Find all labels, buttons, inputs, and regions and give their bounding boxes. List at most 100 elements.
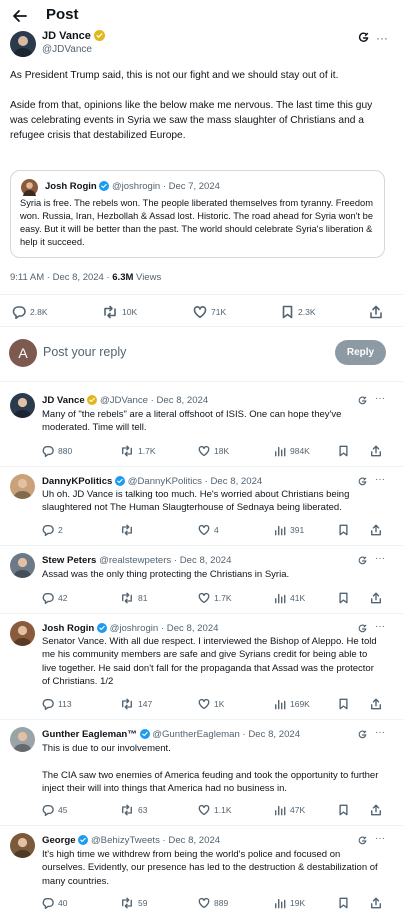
author-handle[interactable]: @JDVance xyxy=(42,44,92,55)
quoted-author: Josh Rogin @joshrogin · Dec 7, 2024 xyxy=(45,181,220,192)
repost-button[interactable]: 63 xyxy=(120,804,147,816)
reply-paragraph: It's high time we withdrew from being th… xyxy=(42,849,378,887)
like-button[interactable]: 889 xyxy=(198,897,228,909)
share-button[interactable] xyxy=(370,592,382,604)
repost-button[interactable]: 81 xyxy=(120,592,147,604)
reply-header[interactable]: DannyKPolitics @DannyKPolitics · Dec 8, … xyxy=(42,476,262,487)
current-user-avatar[interactable]: A xyxy=(9,339,37,367)
bookmark-button[interactable] xyxy=(338,592,349,604)
reply-header[interactable]: George @BehizyTweets · Dec 8, 2024 xyxy=(42,835,220,846)
more-options-icon[interactable]: ··· xyxy=(375,727,385,738)
views-button[interactable]: 41K xyxy=(274,592,305,604)
repost-button[interactable] xyxy=(120,524,138,536)
bookmark-button[interactable] xyxy=(338,897,349,909)
more-options-icon[interactable]: ··· xyxy=(375,553,385,564)
more-options-icon[interactable]: ··· xyxy=(375,621,385,632)
reply-author-name[interactable]: DannyKPolitics xyxy=(42,476,112,487)
reply-author-name[interactable]: Josh Rogin xyxy=(42,623,94,634)
bookmark-icon xyxy=(338,897,349,909)
more-options-icon[interactable]: ··· xyxy=(376,31,388,45)
reply-button[interactable]: 880 xyxy=(42,445,72,457)
bookmark-button[interactable]: 2.3K xyxy=(281,305,316,319)
bookmark-button[interactable] xyxy=(338,698,349,710)
views-button[interactable]: 391 xyxy=(274,524,304,536)
reply-handle-date[interactable]: @DannyKPolitics · Dec 8, 2024 xyxy=(128,476,263,487)
share-icon xyxy=(370,698,382,710)
share-button[interactable] xyxy=(369,305,383,319)
grok-icon[interactable] xyxy=(357,396,367,406)
reply-avatar[interactable] xyxy=(10,393,35,418)
grok-icon[interactable] xyxy=(357,32,369,44)
repost-button[interactable]: 1.7K xyxy=(120,445,156,457)
repost-button[interactable]: 10K xyxy=(102,305,137,319)
reply-header[interactable]: Stew Peters @realstewpeters · Dec 8, 202… xyxy=(42,555,231,566)
share-button[interactable] xyxy=(370,698,382,710)
author-name[interactable]: JD Vance xyxy=(42,30,105,42)
reply-button[interactable]: 2.8K xyxy=(12,305,48,319)
reply-handle-date[interactable]: @BehizyTweets · Dec 8, 2024 xyxy=(91,835,220,846)
repost-button[interactable]: 147 xyxy=(120,698,152,710)
reply-button[interactable]: 40 xyxy=(42,897,67,909)
share-icon xyxy=(370,897,382,909)
reply-button[interactable]: 42 xyxy=(42,592,67,604)
like-button[interactable]: 71K xyxy=(193,305,226,319)
reply-handle-date[interactable]: @realstewpeters · Dec 8, 2024 xyxy=(99,555,231,566)
bookmark-button[interactable] xyxy=(338,445,349,457)
more-options-icon[interactable]: ··· xyxy=(375,393,385,404)
reply-header[interactable]: Josh Rogin @joshrogin · Dec 8, 2024 xyxy=(42,623,219,634)
reply-header[interactable]: Gunther Eagleman™ @GuntherEagleman · Dec… xyxy=(42,729,300,740)
share-button[interactable] xyxy=(370,804,382,816)
more-options-icon[interactable]: ··· xyxy=(375,833,385,844)
reply-submit-button[interactable]: Reply xyxy=(335,340,386,365)
heart-icon xyxy=(198,445,210,457)
views-button[interactable]: 47K xyxy=(274,804,305,816)
quoted-post[interactable]: Josh Rogin @joshrogin · Dec 7, 2024 Syri… xyxy=(10,170,385,258)
reply-icon xyxy=(12,306,26,319)
grok-icon[interactable] xyxy=(357,556,367,566)
reply-input[interactable]: Post your reply xyxy=(43,345,126,359)
reply-author-name[interactable]: Gunther Eagleman™ xyxy=(42,729,137,740)
more-options-icon[interactable]: ··· xyxy=(375,474,385,485)
grok-icon[interactable] xyxy=(357,836,367,846)
avatar[interactable] xyxy=(10,31,36,57)
share-button[interactable] xyxy=(370,445,382,457)
like-button[interactable]: 18K xyxy=(198,445,229,457)
reply-handle-date[interactable]: @joshrogin · Dec 8, 2024 xyxy=(110,623,219,634)
grok-icon[interactable] xyxy=(357,477,367,487)
repost-button[interactable]: 59 xyxy=(120,897,147,909)
back-arrow-icon[interactable] xyxy=(10,6,30,26)
reply-avatar[interactable] xyxy=(10,553,35,578)
share-button[interactable] xyxy=(370,524,382,536)
grok-icon[interactable] xyxy=(357,730,367,740)
divider xyxy=(0,613,403,614)
reply-icon xyxy=(42,804,54,816)
like-button[interactable]: 1.7K xyxy=(198,592,232,604)
reply-header[interactable]: JD Vance @JDVance · Dec 8, 2024 xyxy=(42,395,208,406)
bookmark-button[interactable] xyxy=(338,804,349,816)
bookmark-icon xyxy=(338,804,349,816)
reply-button[interactable]: 113 xyxy=(42,698,72,710)
bookmark-button[interactable] xyxy=(338,524,349,536)
reply-handle-date[interactable]: @JDVance · Dec 8, 2024 xyxy=(100,395,208,406)
share-button[interactable] xyxy=(370,897,382,909)
reply-avatar[interactable] xyxy=(10,833,35,858)
grok-icon[interactable] xyxy=(357,624,367,634)
views-button[interactable]: 169K xyxy=(274,698,310,710)
reply-button[interactable]: 45 xyxy=(42,804,67,816)
reply-author-name[interactable]: Stew Peters xyxy=(42,555,96,566)
reply-author-name[interactable]: George xyxy=(42,835,76,846)
reply-paragraph: The CIA saw two enemies of America feudi… xyxy=(42,769,379,795)
views-button[interactable]: 984K xyxy=(274,445,310,457)
like-button[interactable]: 1.1K xyxy=(198,804,232,816)
like-button[interactable]: 4 xyxy=(198,524,219,536)
reply-button[interactable]: 2 xyxy=(42,524,63,536)
reply-author-name[interactable]: JD Vance xyxy=(42,395,85,406)
views-button[interactable]: 19K xyxy=(274,897,305,909)
share-icon xyxy=(370,445,382,457)
like-button[interactable]: 1K xyxy=(198,698,224,710)
reply-avatar[interactable] xyxy=(10,474,35,499)
reply-handle-date[interactable]: @GuntherEagleman · Dec 8, 2024 xyxy=(152,729,300,740)
views-count: 6.3M xyxy=(112,272,134,283)
reply-avatar[interactable] xyxy=(10,621,35,646)
reply-avatar[interactable] xyxy=(10,727,35,752)
